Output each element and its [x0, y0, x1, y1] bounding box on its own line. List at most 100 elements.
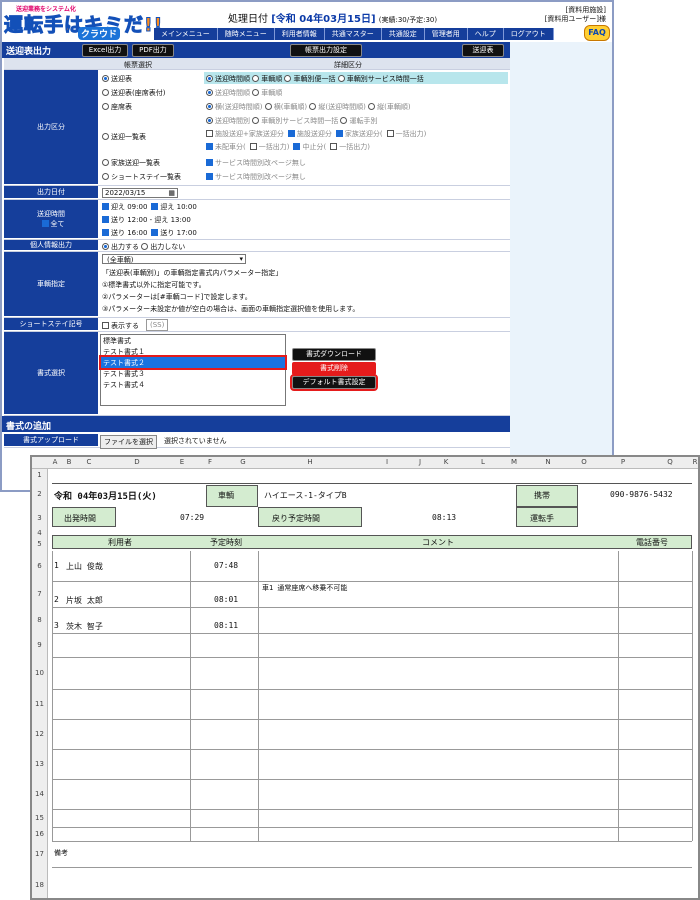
sheet-row-num: 2	[54, 595, 59, 604]
vehicle-select[interactable]: (全車輌) ▾	[102, 254, 246, 264]
family-detail: サービス時間別改ページ無し	[202, 158, 306, 168]
nav-help[interactable]: ヘルプ	[468, 28, 504, 40]
row-number: 9	[37, 641, 42, 649]
column-letter: K	[443, 458, 449, 466]
sheet-row-time: 08:11	[214, 621, 239, 630]
column-letter: I	[385, 458, 389, 466]
nav-admin[interactable]: 管理者用	[425, 28, 468, 40]
format-item[interactable]: 標準書式	[101, 335, 285, 346]
header: 送迎業務をシステム化 運転手はキミだ!! クラウド 処理日付 [令和 04年03…	[2, 2, 612, 42]
personal-radios[interactable]: 出力する 出力しない	[102, 242, 185, 252]
sheet-dep-label: 出発時間	[64, 514, 96, 523]
grid-line	[52, 719, 692, 720]
format-item[interactable]: テスト書式１	[101, 346, 285, 357]
radio-vehicle-order[interactable]: 車輌順	[252, 75, 282, 83]
logo-sub: クラウド	[78, 27, 121, 40]
column-letter: D	[134, 458, 140, 466]
format-list[interactable]: 標準書式 テスト書式１ テスト書式２ テスト書式３ テスト書式４	[99, 334, 287, 406]
vehicle-note-2: ②パラメーターは[#車輌コード]で設定します。	[102, 293, 252, 301]
output-date-row: 出力日付 2022/03/15 ▦	[4, 186, 510, 200]
row-number: 18	[35, 880, 44, 889]
sheet-row-time: 07:48	[214, 561, 239, 570]
list-detail-3: 未配車分(一括出力) 中止分(一括出力)	[202, 142, 370, 152]
default-format-button[interactable]: デフォルト書式設定	[290, 374, 378, 391]
row-number: 7	[37, 590, 42, 598]
faq-button[interactable]: FAQ	[584, 25, 610, 41]
time-checks-2[interactable]: 送り 12:00 - 迎え 13:00	[98, 215, 191, 225]
radio-vehicle-trip[interactable]: 車輌別便一括	[284, 75, 335, 83]
vehicle-label: 車輌指定	[4, 252, 98, 317]
sheet-note: 備考	[54, 849, 68, 857]
row-number: 16	[35, 830, 44, 838]
sheet-car-label: 車輌	[218, 491, 234, 500]
sheet-h-tel: 電話番号	[636, 538, 668, 547]
column-letter: J	[418, 458, 422, 466]
grid-line	[52, 867, 692, 868]
output-label: 出力区分	[4, 70, 98, 185]
nav-user-info[interactable]: 利用者情報	[275, 28, 325, 40]
column-header-bar: AB C D E F G H I J K L M N O P Q R	[32, 457, 698, 469]
sheet-row-name: 片坂 太郎	[66, 596, 103, 605]
column-letter: F	[207, 458, 213, 466]
sheet-h-user: 利用者	[108, 538, 132, 547]
format-download-button[interactable]: 書式ダウンロード	[292, 348, 376, 361]
format-delete-button[interactable]: 書式削除	[292, 362, 376, 375]
nav-logout[interactable]: ログアウト	[504, 28, 554, 40]
sheet-row-time: 08:01	[214, 595, 239, 604]
radio-time-order[interactable]: 送迎時間順	[206, 75, 250, 83]
row-number: 4	[37, 529, 42, 537]
pdf-output-button[interactable]: PDF出力	[132, 44, 174, 57]
column-letter: H	[307, 458, 313, 466]
output-date-input[interactable]: 2022/03/15 ▦	[102, 188, 178, 198]
file-select-button[interactable]: ファイルを選択	[100, 435, 157, 449]
format-item-selected[interactable]: テスト書式２	[99, 355, 287, 370]
column-letter: E	[179, 458, 185, 466]
row-number: 10	[35, 669, 44, 677]
form-output-settings-button[interactable]: 帳票出力設定	[290, 44, 362, 57]
list-detail-2: 施設送迎+家族送迎分 施設送迎分 家族送迎分(一括出力)	[202, 129, 426, 139]
radio-vehicle-service[interactable]: 車輌別サービス時間一括	[337, 75, 424, 83]
column-letter: B	[66, 458, 72, 466]
radio-sogei-list[interactable]: 送迎一覧表	[102, 132, 146, 142]
format-item[interactable]: テスト書式３	[101, 368, 285, 379]
processing-date: 処理日付 [令和 04年03月15日] (実績:30/予定:30)	[228, 14, 438, 25]
row-number: 17	[35, 850, 44, 858]
sheet-row-name: 茨木 智子	[66, 622, 103, 631]
sheet-dep: 07:29	[180, 513, 205, 522]
nav-adhoc-menu[interactable]: 随時メニュー	[218, 28, 275, 40]
column-headers: 帳票選択 詳細区分	[4, 58, 510, 70]
sheet-mobile: 090-9876-5432	[610, 490, 673, 499]
upload-row: 書式アップロード ファイルを選択 選択されていません	[4, 434, 510, 449]
grid-line	[52, 551, 53, 841]
row-number: 1	[37, 471, 42, 479]
radio-seat-table[interactable]: 座席表	[102, 102, 132, 112]
nav-main-menu[interactable]: メインメニュー	[154, 28, 218, 40]
sheet-driver-label: 運転手	[530, 514, 554, 523]
sheet-h-comment: コメント	[422, 538, 454, 547]
radio-family-list[interactable]: 家族送迎一覧表	[102, 158, 160, 168]
grid-line	[258, 551, 259, 841]
grid-line	[190, 551, 191, 841]
nav-common-settings[interactable]: 共通設定	[382, 28, 425, 40]
column-letter: L	[481, 458, 485, 466]
radio-sogei-seat[interactable]: 送迎表(座席表付)	[102, 88, 165, 98]
time-checks-3[interactable]: 送り 16:00 送り 17:00	[98, 228, 197, 238]
time-checks-1[interactable]: 迎え 09:00 迎え 10:00	[98, 202, 197, 212]
column-letter: M	[510, 458, 518, 466]
excel-output-button[interactable]: Excel出力	[82, 44, 128, 57]
sogei-table-button[interactable]: 送迎表	[462, 44, 504, 57]
row-number: 12	[35, 730, 44, 738]
grid-line	[52, 749, 692, 750]
grid-line	[52, 689, 692, 690]
output-section: 出力区分 送迎表 送迎時間順 車輌順 車輌別便一括 車輌別サービス時間一括 送迎…	[4, 70, 510, 186]
nav-common-master[interactable]: 共通マスター	[325, 28, 382, 40]
column-letter: R	[692, 458, 698, 466]
format-item[interactable]: テスト書式４	[101, 379, 285, 390]
radio-sogei[interactable]: 送迎表	[102, 74, 132, 84]
row-number: 11	[35, 700, 44, 708]
radio-shortstay-list[interactable]: ショートステイ一覧表	[102, 172, 181, 182]
shortstay-check[interactable]: 表示する	[98, 321, 139, 331]
row-number: 2	[37, 490, 42, 498]
row-number: 13	[35, 760, 44, 768]
column-letter: P	[620, 458, 626, 466]
